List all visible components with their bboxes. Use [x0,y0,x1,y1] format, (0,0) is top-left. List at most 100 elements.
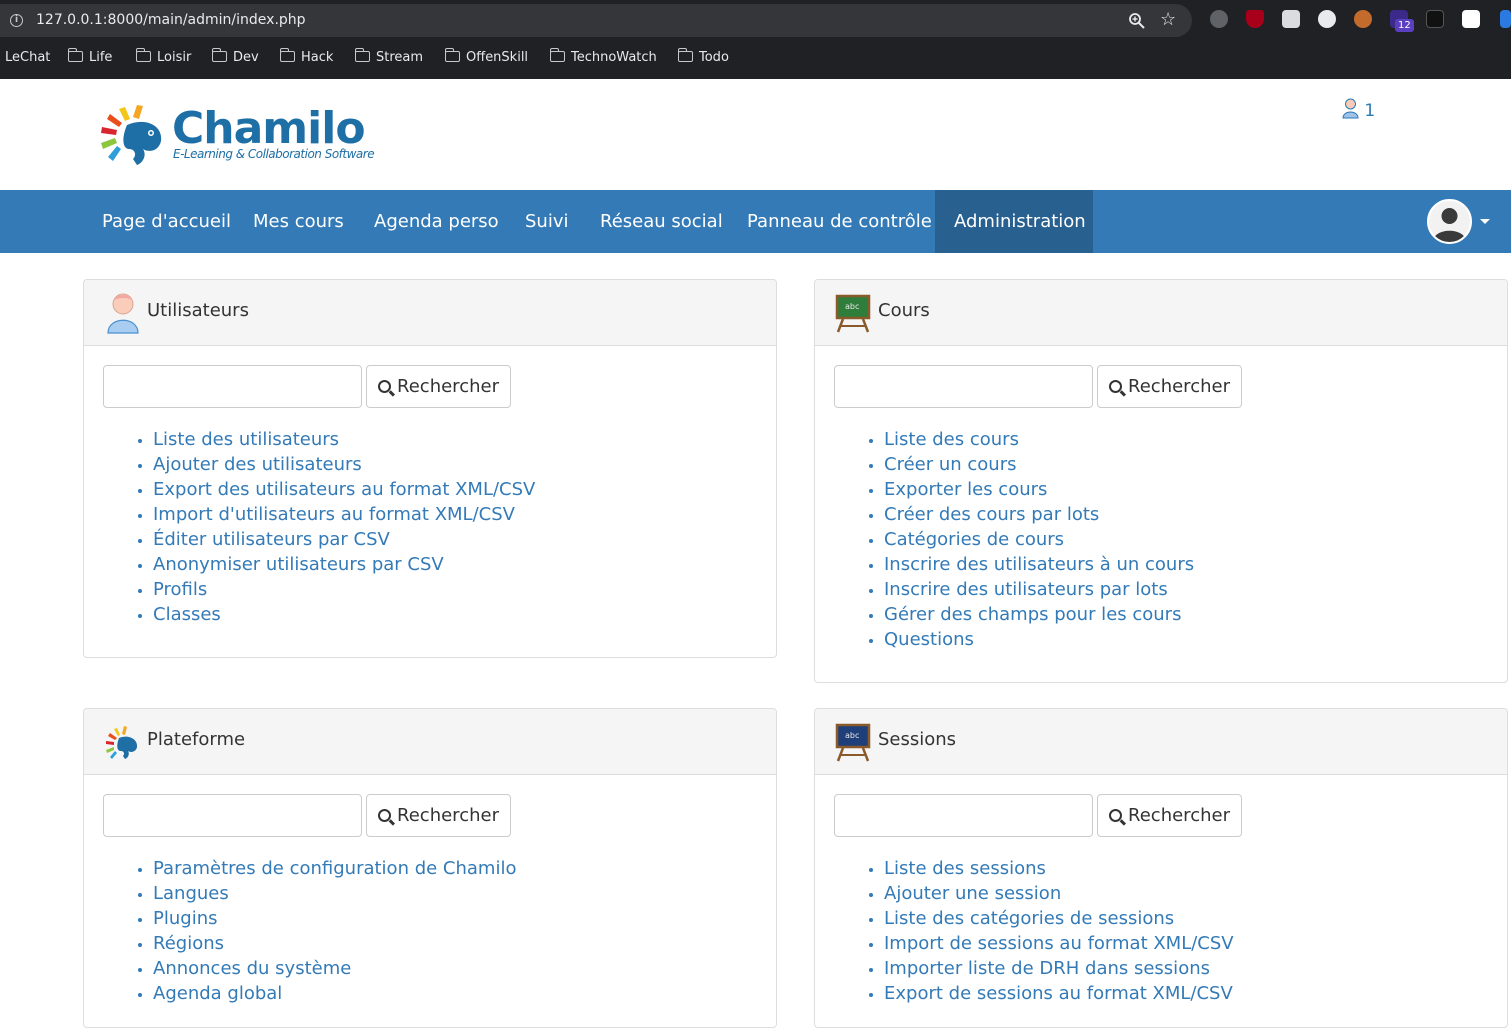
link-export-courses[interactable]: Exporter les cours [884,479,1047,500]
link-global-agenda[interactable]: Agenda global [153,983,282,1004]
list-item: Import de sessions au format XML/CSV [884,931,1234,956]
sessions-search-input[interactable] [834,794,1093,837]
online-users-count: 1 [1364,101,1376,121]
link-create-course[interactable]: Créer un cours [884,454,1016,475]
extra-extension-icon[interactable] [1500,10,1511,28]
users-search-input[interactable] [103,365,362,408]
link-export-sessions[interactable]: Export de sessions au format XML/CSV [884,983,1233,1004]
link-languages[interactable]: Langues [153,883,229,904]
nav-administration[interactable]: Administration [935,190,1093,253]
panel-users: Utilisateurs Rechercher Liste des utilis… [83,279,777,658]
url-text[interactable]: 127.0.0.1:8000/main/admin/index.php [36,12,306,28]
list-item: Importer liste de DRH dans sessions [884,956,1234,981]
bookmark-folder-stream[interactable]: Stream [354,48,423,65]
link-batch-subscribe-users[interactable]: Inscrire des utilisateurs par lots [884,579,1168,600]
link-session-categories[interactable]: Liste des catégories de sessions [884,908,1174,929]
bookmark-folder-dev[interactable]: Dev [211,48,259,65]
dollar-extension-icon[interactable] [1462,10,1480,28]
list-item: Liste des sessions [884,856,1234,881]
link-add-session[interactable]: Ajouter une session [884,883,1061,904]
link-session-list[interactable]: Liste des sessions [884,858,1046,879]
link-edit-users-csv[interactable]: Éditer utilisateurs par CSV [153,529,390,550]
sessions-search-button[interactable]: Rechercher [1097,794,1242,837]
chevron-down-icon[interactable] [1480,219,1490,224]
link-import-sessions[interactable]: Import de sessions au format XML/CSV [884,933,1234,954]
bookmark-folder-loisir[interactable]: Loisir [135,48,191,65]
bookmark-folder-hack[interactable]: Hack [279,48,333,65]
address-bar[interactable]: i 127.0.0.1:8000/main/admin/index.php ☆ [0,4,1192,37]
bookmark-lechat[interactable]: LeChat [5,50,50,65]
link-export-users[interactable]: Export des utilisateurs au format XML/CS… [153,479,535,500]
browser-chrome: i 127.0.0.1:8000/main/admin/index.php ☆ … [0,0,1511,79]
list-item: Catégories de cours [884,527,1194,552]
users-search-button[interactable]: Rechercher [366,365,511,408]
search-icon [1109,809,1123,822]
translate-extension-icon[interactable] [1318,10,1336,28]
list-item: Exporter les cours [884,477,1194,502]
link-import-hr-managers[interactable]: Importer liste de DRH dans sessions [884,958,1210,979]
link-add-users[interactable]: Ajouter des utilisateurs [153,454,362,475]
list-item: Liste des catégories de sessions [884,906,1234,931]
bookmark-folder-life[interactable]: Life [67,48,112,65]
nav-my-courses[interactable]: Mes cours [234,190,363,253]
courses-search-input[interactable] [834,365,1093,408]
panel-sessions-title: Sessions [878,729,957,750]
link-system-announcements[interactable]: Annonces du système [153,958,351,979]
list-item: Ajouter une session [884,881,1234,906]
link-course-fields[interactable]: Gérer des champs pour les cours [884,604,1181,625]
folder-icon [279,48,295,62]
list-item: Liste des utilisateurs [153,427,535,452]
courses-link-list: Liste des cours Créer un cours Exporter … [884,427,1194,652]
link-user-list[interactable]: Liste des utilisateurs [153,429,339,450]
link-classes[interactable]: Classes [153,604,221,625]
panel-courses-heading: abc Cours [815,280,1507,346]
link-subscribe-users-course[interactable]: Inscrire des utilisateurs à un cours [884,554,1194,575]
nav-agenda[interactable]: Agenda perso [355,190,518,253]
ublock-extension-icon[interactable] [1246,10,1264,28]
link-plugins[interactable]: Plugins [153,908,217,929]
folder-icon [211,48,227,62]
link-batch-create-courses[interactable]: Créer des cours par lots [884,504,1099,525]
chameleon-icon [106,726,138,759]
link-anonymize-users[interactable]: Anonymiser utilisateurs par CSV [153,554,444,575]
user-avatar-menu[interactable] [1427,199,1472,244]
link-config-settings[interactable]: Paramètres de configuration de Chamilo [153,858,516,879]
bookmark-star-icon[interactable]: ☆ [1160,10,1176,30]
bookmark-folder-technowatch[interactable]: TechnoWatch [549,48,657,65]
chamilo-logo[interactable]: Chamilo E-Learning & Collaboration Softw… [97,101,377,167]
bookmark-folder-offenskill[interactable]: OffenSkill [444,48,528,65]
logo-tagline: E-Learning & Collaboration Software [173,147,375,161]
courses-search-button[interactable]: Rechercher [1097,365,1242,408]
search-icon [378,380,392,393]
panel-courses-title: Cours [878,300,930,321]
blackboard-icon: abc [835,294,871,333]
platform-search-button[interactable]: Rechercher [366,794,511,837]
folder-icon [444,48,460,62]
site-info-icon[interactable]: i [10,14,23,27]
list-item: Paramètres de configuration de Chamilo [153,856,516,881]
avatar-silhouette-icon [1429,201,1470,242]
panel-platform: Plateforme Rechercher Paramètres de conf… [83,708,777,1028]
nav-dashboard[interactable]: Panneau de contrôle [728,190,951,253]
platform-search-input[interactable] [103,794,362,837]
link-course-categories[interactable]: Catégories de cours [884,529,1064,550]
zoom-icon[interactable] [1128,12,1146,30]
chameleon-logo-icon [101,105,162,165]
bookmark-folder-todo[interactable]: Todo [677,48,729,65]
sessions-blackboard-icon: abc [835,723,871,762]
music-extension-icon[interactable] [1210,10,1228,28]
nav-home[interactable]: Page d'accueil [83,190,250,253]
list-item: Gérer des champs pour les cours [884,602,1194,627]
nav-tracking[interactable]: Suivi [506,190,588,253]
link-course-list[interactable]: Liste des cours [884,429,1019,450]
link-regions[interactable]: Régions [153,933,224,954]
printer-extension-icon[interactable] [1282,10,1300,28]
cookie-extension-icon[interactable] [1354,10,1372,28]
link-import-users[interactable]: Import d'utilisateurs au format XML/CSV [153,504,515,525]
folder-icon [135,48,151,62]
online-users-link[interactable]: 1 [1342,95,1375,121]
nav-social[interactable]: Réseau social [581,190,742,253]
link-questions[interactable]: Questions [884,629,974,650]
terminal-extension-icon[interactable] [1426,10,1444,28]
link-profiles[interactable]: Profils [153,579,207,600]
